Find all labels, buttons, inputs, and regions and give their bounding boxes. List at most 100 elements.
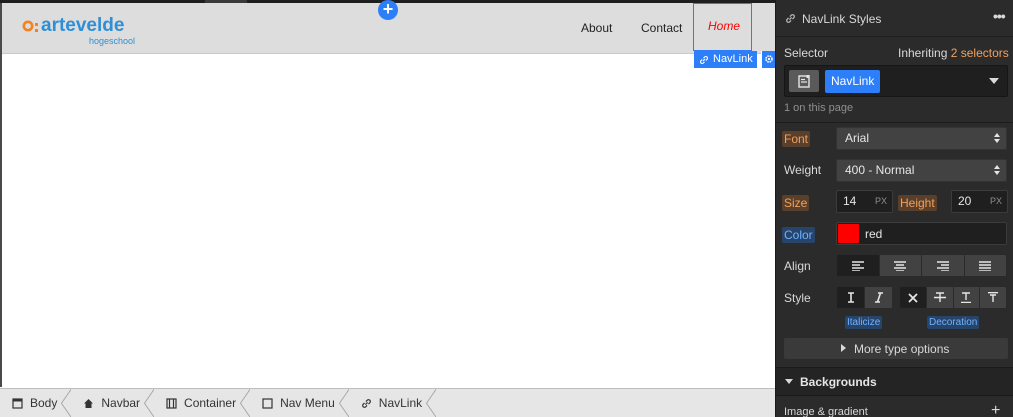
inheriting-prefix: Inheriting: [898, 46, 948, 60]
breadcrumb-item-nav-menu[interactable]: Nav Menu: [250, 388, 349, 417]
italicize-caption: Italicize: [845, 316, 883, 329]
align-right-button[interactable]: [922, 255, 965, 276]
font-value: Arial: [845, 131, 870, 145]
chevron-down-icon[interactable]: [989, 78, 999, 84]
decoration-none-button[interactable]: [900, 287, 927, 308]
home-icon: [84, 398, 94, 408]
style-label: Style: [784, 291, 811, 305]
backgrounds-section-header[interactable]: Backgrounds: [776, 367, 1013, 396]
nav-link-about[interactable]: About: [581, 21, 612, 35]
align-left-button[interactable]: [837, 255, 880, 276]
add-element-button[interactable]: +: [378, 0, 398, 20]
underline-button[interactable]: [954, 287, 981, 308]
element-settings-button[interactable]: [761, 51, 775, 68]
italic-button[interactable]: [865, 287, 892, 308]
inheriting-info: Inheriting 2 selectors: [898, 46, 1009, 60]
more-options-icon[interactable]: •••: [993, 8, 1006, 24]
color-value: red: [865, 227, 883, 241]
line-height-input[interactable]: 20 PX: [951, 190, 1008, 213]
decoration-group: [899, 286, 1007, 309]
breadcrumb-label: NavLink: [378, 396, 423, 410]
link-icon: [786, 14, 795, 23]
image-gradient-label: Image & gradient: [784, 406, 868, 417]
nav-link-home-selected[interactable]: Home: [693, 3, 752, 51]
align-justify-icon: [979, 260, 992, 271]
backgrounds-label: Backgrounds: [800, 375, 877, 389]
selector-chip-navlink[interactable]: NavLink: [825, 70, 881, 93]
align-justify-button[interactable]: [965, 255, 1007, 276]
link-icon: [700, 55, 708, 64]
logo-name: artevelde: [41, 15, 124, 36]
nav-link-contact[interactable]: Contact: [641, 21, 682, 35]
more-type-options-label: More type options: [854, 342, 950, 356]
italic-icon: [874, 292, 883, 303]
align-center-icon: [894, 260, 907, 271]
text-align-group: [836, 254, 1007, 277]
designer-canvas[interactable]: artevelde hogeschool About Contact Home …: [0, 0, 775, 417]
gear-icon: [765, 55, 773, 63]
strikethrough-icon: [933, 292, 946, 302]
align-left-icon: [851, 260, 864, 271]
logo-sub: hogeschool: [89, 36, 135, 46]
regular-text-icon: [847, 292, 854, 303]
size-unit[interactable]: PX: [875, 191, 887, 212]
selected-element-label: NavLink: [713, 53, 753, 65]
color-input[interactable]: red: [836, 222, 1007, 245]
italic-group: [836, 286, 893, 309]
square-icon: [262, 397, 273, 409]
breadcrumb-label: Body: [30, 396, 58, 410]
size-input[interactable]: 14 PX: [836, 190, 893, 213]
align-center-button[interactable]: [880, 255, 922, 276]
font-select[interactable]: Arial: [836, 127, 1007, 150]
size-value: 14: [843, 194, 857, 208]
breadcrumb-item-navlink[interactable]: NavLink: [349, 388, 437, 417]
breadcrumb-label: Nav Menu: [280, 396, 335, 410]
decoration-caption: Decoration: [927, 316, 980, 329]
inheriting-count-link[interactable]: 2 selectors: [951, 46, 1009, 60]
weight-value: 400 - Normal: [845, 163, 915, 177]
height-unit[interactable]: PX: [990, 191, 1002, 212]
breadcrumb-label: Navbar: [101, 396, 141, 410]
close-icon: [908, 292, 918, 303]
container-icon: [166, 397, 177, 409]
style-panel: NavLink Styles ••• Selector Inheriting 2…: [775, 0, 1013, 417]
divider: [776, 122, 1013, 123]
weight-label: Weight: [784, 163, 822, 177]
on-page-count: 1 on this page: [784, 102, 854, 114]
overline-button[interactable]: [980, 287, 1006, 308]
color-label: Color: [782, 227, 815, 243]
regular-button[interactable]: [837, 287, 865, 308]
body-icon: [12, 397, 23, 409]
selected-element-badge[interactable]: NavLink: [694, 51, 757, 68]
breadcrumb-label: Container: [184, 396, 237, 410]
height-value: 20: [958, 194, 972, 208]
breadcrumb: Body Navbar Container Nav Menu NavLink: [0, 388, 775, 417]
strikethrough-button[interactable]: [927, 287, 954, 308]
selector-label: Selector: [784, 46, 829, 60]
artevelde-logo[interactable]: artevelde hogeschool: [22, 14, 147, 48]
underline-icon: [961, 292, 972, 303]
nav-link-home[interactable]: Home: [708, 19, 740, 33]
size-label: Size: [782, 195, 810, 211]
selector-type-button[interactable]: [789, 70, 819, 92]
breadcrumb-item-body[interactable]: Body: [0, 388, 72, 417]
panel-header: NavLink Styles •••: [776, 0, 1013, 37]
breadcrumb-item-navbar[interactable]: Navbar: [71, 388, 154, 417]
page-frame: [0, 3, 775, 387]
color-swatch[interactable]: [838, 224, 859, 243]
align-right-icon: [936, 260, 949, 271]
document-icon: [798, 75, 810, 88]
panel-title: NavLink Styles: [802, 12, 882, 26]
updown-icon: [994, 133, 1000, 143]
selector-field[interactable]: NavLink: [784, 65, 1008, 97]
font-label: Font: [782, 131, 811, 147]
more-type-options-button[interactable]: More type options: [784, 338, 1008, 359]
height-label: Height: [898, 195, 937, 211]
updown-icon: [994, 165, 1000, 175]
add-background-button[interactable]: +: [991, 402, 1000, 417]
breadcrumb-item-container[interactable]: Container: [154, 388, 251, 417]
align-label: Align: [784, 259, 811, 273]
overline-icon: [988, 292, 999, 302]
link-icon: [361, 398, 371, 408]
weight-select[interactable]: 400 - Normal: [836, 159, 1007, 182]
